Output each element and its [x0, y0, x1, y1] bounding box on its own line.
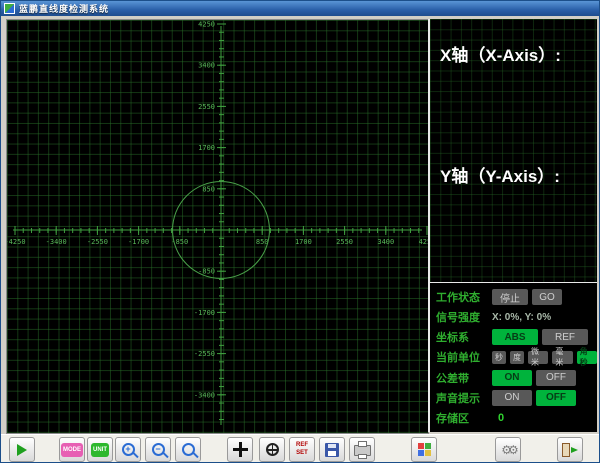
storage-label: 存储区 [436, 412, 469, 425]
ref-set-icon: REF SET [296, 442, 308, 456]
y-axis-label: Y轴（Y-Axis）: [440, 167, 560, 186]
svg-text:4250: 4250 [419, 238, 428, 246]
display-button[interactable] [411, 437, 437, 462]
svg-text:2550: 2550 [198, 103, 215, 111]
go-button[interactable]: GO [532, 289, 562, 306]
zoom-reset-button[interactable] [175, 437, 201, 462]
svg-text:1700: 1700 [295, 238, 312, 246]
svg-text:3400: 3400 [198, 62, 215, 70]
svg-text:3400: 3400 [377, 238, 394, 246]
exit-button[interactable] [557, 437, 583, 462]
unit-option-deg[interactable]: 度 [510, 350, 524, 364]
stop-button[interactable]: 停止 [492, 289, 528, 306]
x-axis-label: X轴（X-Axis）: [440, 46, 561, 65]
coordinate-system-label: 坐标系 [436, 332, 469, 345]
work-status-label: 工作状态 [436, 292, 480, 305]
mode-button[interactable]: MODE [59, 437, 85, 462]
svg-text:-2550: -2550 [194, 350, 215, 358]
unit-option-um[interactable]: 微米 [528, 347, 549, 367]
app-window: 蓝鹏直线度检测系统 -4250-3400-2550-1700-850850170… [0, 0, 600, 463]
storage-row: 存储区 0 [436, 410, 597, 426]
current-unit-label: 当前单位 [436, 352, 480, 365]
coordinate-system-row: 坐标系 ABS REF [436, 329, 597, 346]
sound-label: 声音提示 [436, 392, 480, 405]
tolerance-on-button[interactable]: ON [492, 369, 532, 386]
axis-readout-panel: X轴（X-Axis）: Y轴（Y-Axis）: [428, 19, 597, 282]
graph-plot: -4250-3400-2550-1700-8508501700255034004… [7, 21, 428, 425]
svg-text:850: 850 [202, 185, 215, 193]
target-icon [265, 443, 279, 456]
save-button[interactable] [319, 437, 345, 462]
tolerance-label: 公差带 [436, 372, 469, 385]
svg-text:-1700: -1700 [194, 309, 215, 317]
zoom-in-button[interactable]: + [115, 437, 141, 462]
exit-door-icon [562, 442, 578, 457]
sound-on-button[interactable]: ON [492, 389, 532, 406]
unit-option-mm[interactable]: 毫米 [552, 347, 573, 367]
zoom-out-button[interactable]: − [145, 437, 171, 462]
svg-text:2550: 2550 [336, 238, 353, 246]
measurement-graph: -4250-3400-2550-1700-8508501700255034004… [6, 19, 429, 434]
zoom-out-icon: − [151, 443, 169, 459]
window-title: 蓝鹏直线度检测系统 [19, 4, 110, 14]
signal-strength-label: 信号强度 [436, 312, 480, 325]
unit-active-button[interactable]: 角秒 [576, 347, 597, 367]
gears-icon: ⚙⚙ [501, 442, 518, 457]
svg-text:850: 850 [256, 238, 269, 246]
sound-off-button[interactable]: OFF [536, 389, 576, 406]
ref-set-button[interactable]: REF SET [289, 437, 315, 462]
svg-text:1700: 1700 [198, 144, 215, 152]
print-button[interactable] [349, 437, 375, 462]
svg-text:-2550: -2550 [87, 238, 108, 246]
unit-icon: UNIT [91, 442, 109, 457]
crosshair-button[interactable] [227, 437, 253, 462]
svg-text:-1700: -1700 [128, 238, 149, 246]
center-target-button[interactable] [259, 437, 285, 462]
mode-icon: MODE [61, 442, 83, 457]
settings-button[interactable]: ⚙⚙ [495, 437, 521, 462]
titlebar: 蓝鹏直线度检测系统 [1, 1, 599, 16]
ref-button[interactable]: REF [542, 329, 588, 346]
control-panel: 工作状态 停止 GO 信号强度 X: 0%, Y: 0% 坐标系 ABS REF… [428, 282, 597, 432]
svg-text:4250: 4250 [198, 21, 215, 29]
app-icon [4, 3, 15, 14]
bottom-toolbar: MODE UNIT + − REF SET ⚙⚙ [1, 434, 599, 462]
svg-text:-4250: -4250 [7, 238, 26, 246]
tolerance-row: 公差带 ON OFF [436, 369, 597, 386]
svg-text:-3400: -3400 [194, 391, 215, 399]
storage-value: 0 [498, 411, 505, 424]
tolerance-off-button[interactable]: OFF [536, 369, 576, 386]
unit-option-sec[interactable]: 秒 [492, 350, 506, 364]
floppy-save-icon [325, 442, 339, 457]
unit-button[interactable]: UNIT [87, 437, 113, 462]
signal-strength-value: X: 0%, Y: 0% [492, 311, 552, 323]
svg-text:-3400: -3400 [46, 238, 67, 246]
signal-strength-row: 信号强度 X: 0%, Y: 0% [436, 309, 597, 325]
color-grid-icon [417, 443, 431, 456]
abs-button[interactable]: ABS [492, 329, 538, 346]
sound-row: 声音提示 ON OFF [436, 389, 597, 406]
start-arrow-icon [17, 443, 27, 456]
work-status-row: 工作状态 停止 GO [436, 289, 597, 306]
zoom-reset-icon [181, 443, 199, 459]
current-unit-row: 当前单位 秒 度 微米 毫米 角秒 [436, 347, 597, 367]
crosshair-icon [232, 442, 248, 457]
zoom-in-icon: + [121, 443, 139, 459]
printer-icon [353, 441, 371, 459]
start-button[interactable] [9, 437, 35, 462]
